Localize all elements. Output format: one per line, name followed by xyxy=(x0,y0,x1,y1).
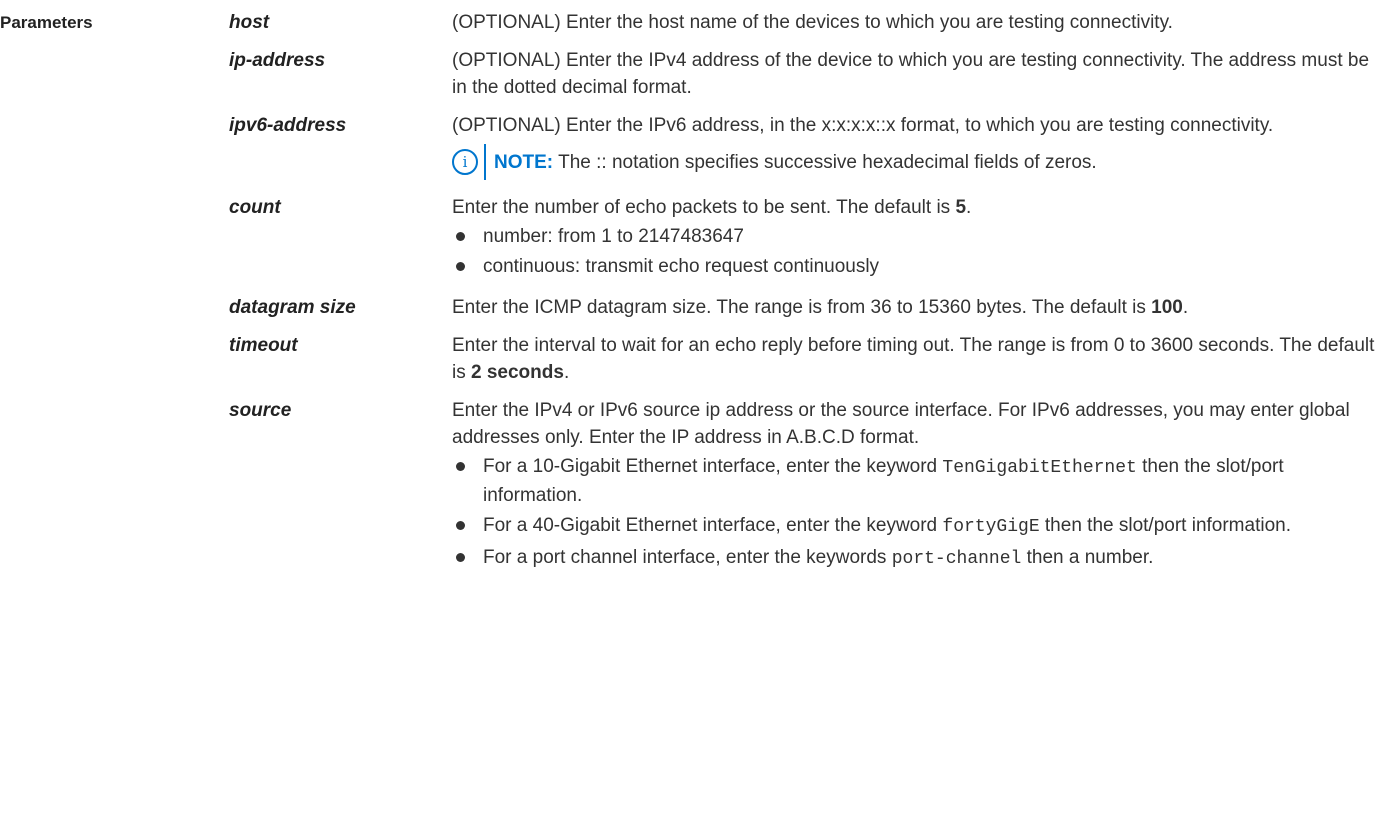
desc-text: Enter the ICMP datagram size. The range … xyxy=(452,297,1152,318)
note-text: The :: notation specifies successive hex… xyxy=(558,151,1097,173)
param-term: ip-address xyxy=(229,50,326,71)
list-item: continuous: transmit echo request contin… xyxy=(452,253,1379,280)
list-item-text: number: from 1 to 2147483647 xyxy=(483,226,744,247)
option-list: number: from 1 to 2147483647 continuous:… xyxy=(452,223,1379,280)
keyword-code: TenGigabitEthernet xyxy=(942,458,1137,478)
parameter-list: host (OPTIONAL) Enter the host name of t… xyxy=(229,9,1379,587)
list-item-text: For a 10-Gigabit Ethernet interface, ent… xyxy=(483,456,943,477)
default-value: 2 seconds xyxy=(471,362,564,383)
note-callout: i NOTE: The :: notation specifies succes… xyxy=(452,144,1379,180)
bullet-icon xyxy=(456,553,465,562)
option-list: For a 10-Gigabit Ethernet interface, ent… xyxy=(452,453,1379,573)
param-desc: (OPTIONAL) Enter the host name of the de… xyxy=(452,12,1173,33)
list-item-text: continuous: transmit echo request contin… xyxy=(483,256,880,277)
note-divider xyxy=(484,144,486,180)
list-item-text-end: then the slot/port information. xyxy=(1039,515,1291,536)
param-desc-block: (OPTIONAL) Enter the IPv6 address, in th… xyxy=(452,112,1379,180)
bullet-icon xyxy=(456,232,465,241)
param-desc: Enter the IPv4 or IPv6 source ip address… xyxy=(452,400,1350,448)
section-label: Parameters xyxy=(0,13,93,32)
bullet-icon xyxy=(456,462,465,471)
list-item-text: For a 40-Gigabit Ethernet interface, ent… xyxy=(483,515,943,536)
keyword-code: fortyGigE xyxy=(942,517,1040,537)
note-label: NOTE: xyxy=(494,151,554,173)
param-term: host xyxy=(229,12,270,33)
param-desc-block: Enter the number of echo packets to be s… xyxy=(452,194,1379,283)
param-row-ipv6-address: ipv6-address (OPTIONAL) Enter the IPv6 a… xyxy=(229,112,1379,180)
list-item-text: For a port channel interface, enter the … xyxy=(483,547,892,568)
param-desc: (OPTIONAL) Enter the IPv6 address, in th… xyxy=(452,115,1274,136)
param-row-ip-address: ip-address (OPTIONAL) Enter the IPv4 add… xyxy=(229,47,1379,101)
param-desc: Enter the ICMP datagram size. The range … xyxy=(452,294,1379,321)
param-term: timeout xyxy=(229,335,298,356)
desc-text-end: . xyxy=(966,197,972,218)
param-term: source xyxy=(229,400,292,421)
bullet-icon xyxy=(456,262,465,271)
keyword-code: port-channel xyxy=(891,549,1022,569)
param-row-source: source Enter the IPv4 or IPv6 source ip … xyxy=(229,397,1379,576)
param-term: ipv6-address xyxy=(229,115,347,136)
desc-text-end: . xyxy=(1182,297,1189,318)
param-desc: (OPTIONAL) Enter the IPv4 address of the… xyxy=(452,50,1370,98)
default-value: 5 xyxy=(955,197,967,218)
param-desc: Enter the number of echo packets to be s… xyxy=(452,194,1379,221)
param-row-count: count Enter the number of echo packets t… xyxy=(229,194,1379,283)
desc-text: Enter the number of echo packets to be s… xyxy=(452,197,956,218)
param-row-host: host (OPTIONAL) Enter the host name of t… xyxy=(229,9,1379,36)
param-desc-block: Enter the IPv4 or IPv6 source ip address… xyxy=(452,397,1379,576)
param-row-datagram-size: datagram size Enter the ICMP datagram si… xyxy=(229,294,1379,321)
desc-text: Enter the interval to wait for an echo r… xyxy=(452,335,1375,383)
info-icon: i xyxy=(452,149,478,175)
param-term: count xyxy=(229,197,281,218)
desc-text-end: . xyxy=(563,362,570,383)
list-item: For a 40-Gigabit Ethernet interface, ent… xyxy=(452,512,1379,541)
list-item: number: from 1 to 2147483647 xyxy=(452,223,1379,250)
list-item-text-end: then a number. xyxy=(1021,547,1154,568)
param-term: datagram size xyxy=(229,297,356,318)
list-item: For a 10-Gigabit Ethernet interface, ent… xyxy=(452,453,1379,509)
param-row-timeout: timeout Enter the interval to wait for a… xyxy=(229,332,1379,386)
bullet-icon xyxy=(456,521,465,530)
default-value: 100 xyxy=(1151,297,1183,318)
list-item: For a port channel interface, enter the … xyxy=(452,544,1379,573)
param-desc: Enter the interval to wait for an echo r… xyxy=(452,332,1379,386)
